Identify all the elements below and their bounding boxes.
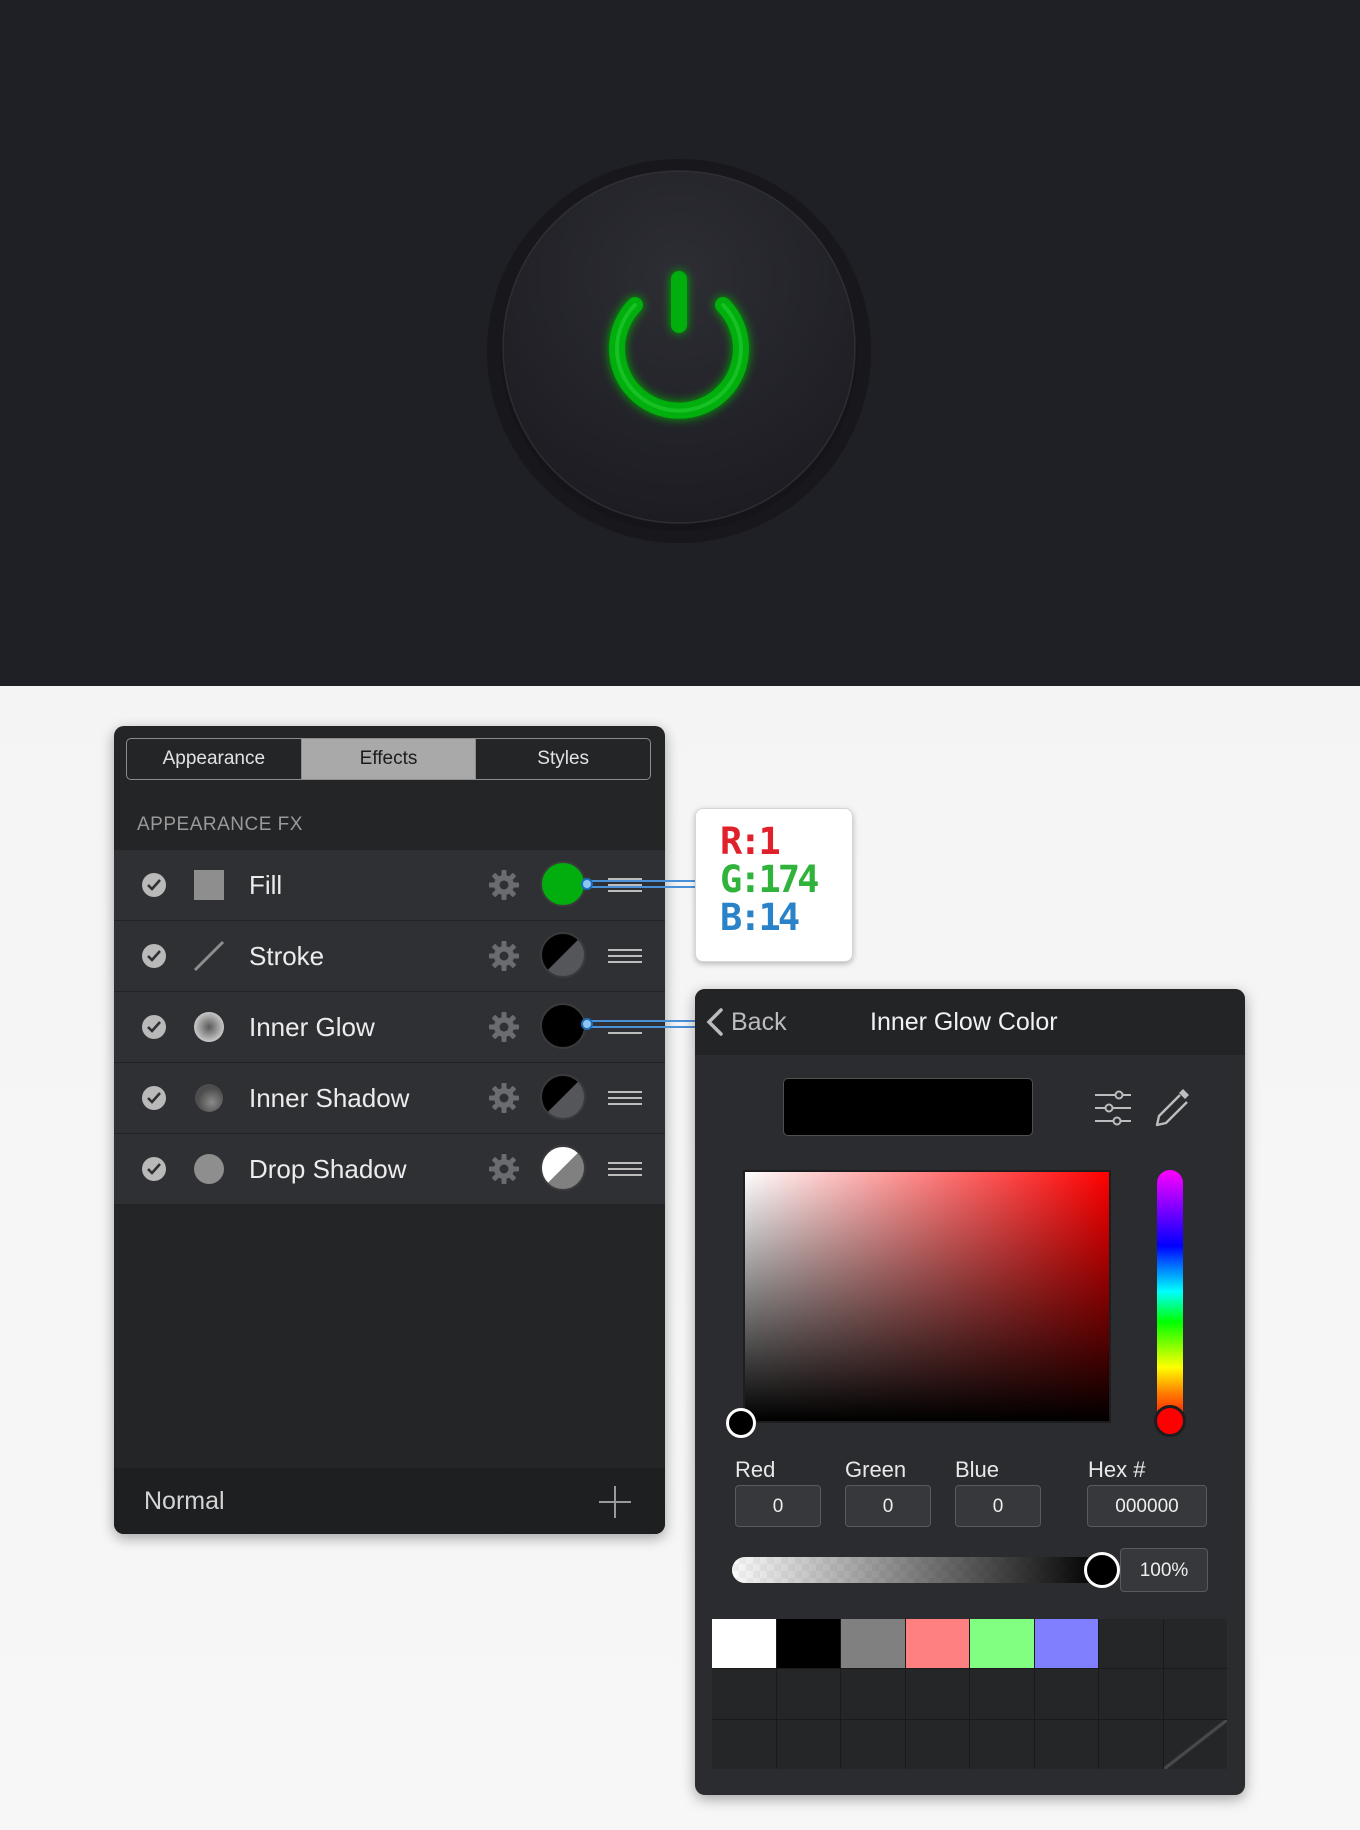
swatch-empty[interactable] [905, 1719, 969, 1769]
inner-glow-callout-connector [581, 1018, 696, 1030]
saturation-brightness-picker[interactable] [743, 1170, 1111, 1423]
enabled-check-icon[interactable] [142, 1015, 166, 1039]
enabled-check-icon[interactable] [142, 1086, 166, 1110]
swatch-empty[interactable] [712, 1719, 776, 1769]
swatch-white[interactable] [712, 1619, 776, 1669]
power-button-artwork [487, 159, 871, 543]
swatch-gray[interactable] [841, 1619, 905, 1669]
effect-row-stroke[interactable]: Stroke [114, 921, 665, 992]
swatch-empty[interactable] [1034, 1669, 1098, 1719]
stroke-color-swatch[interactable] [540, 932, 586, 978]
color-picker-panel: Back Inner Glow Color Red Green Blue Hex… [695, 989, 1245, 1795]
square-fill-icon [194, 870, 224, 900]
inner-shadow-color-swatch[interactable] [540, 1074, 586, 1120]
tab-appearance[interactable]: Appearance [127, 739, 301, 779]
drop-shadow-color-swatch[interactable] [540, 1145, 586, 1191]
fill-callout-connector [581, 878, 696, 890]
color-swatch-grid [712, 1619, 1227, 1769]
swatch-light-red[interactable] [905, 1619, 969, 1669]
add-effect-icon[interactable] [598, 1485, 632, 1519]
red-value-label: R:1 [720, 820, 781, 863]
effect-row-inner-shadow[interactable]: Inner Shadow [114, 1063, 665, 1134]
swatch-empty[interactable] [970, 1719, 1034, 1769]
swatch-light-green[interactable] [970, 1619, 1034, 1669]
hex-label: Hex # [1088, 1457, 1146, 1482]
gear-icon[interactable] [488, 869, 520, 901]
swatch-empty[interactable] [1099, 1669, 1163, 1719]
blue-label: Blue [955, 1457, 1000, 1482]
color-preview [783, 1078, 1033, 1136]
hue-slider-handle[interactable] [1154, 1405, 1186, 1437]
back-button[interactable]: Back [705, 989, 787, 1055]
swatch-empty[interactable] [970, 1669, 1034, 1719]
picker-header: Back Inner Glow Color [695, 989, 1245, 1055]
blue-input[interactable]: 0 [955, 1485, 1041, 1527]
effect-label: Drop Shadow [249, 1154, 407, 1184]
red-label: Red [735, 1457, 776, 1482]
effect-label: Fill [249, 870, 283, 900]
gear-icon[interactable] [488, 1011, 520, 1043]
artboard-canvas [0, 0, 1360, 686]
enabled-check-icon[interactable] [142, 1157, 166, 1181]
opacity-slider-handle[interactable] [1084, 1552, 1120, 1588]
sv-picker-handle[interactable] [726, 1408, 756, 1438]
effect-label: Inner Shadow [249, 1083, 410, 1113]
swatch-light-blue[interactable] [1034, 1619, 1098, 1669]
drop-shadow-icon [194, 1154, 224, 1184]
hex-input[interactable]: 000000 [1087, 1485, 1207, 1527]
eyedropper-icon[interactable] [1153, 1085, 1193, 1129]
enabled-check-icon[interactable] [142, 873, 166, 897]
drag-handle-icon[interactable] [608, 1160, 642, 1178]
gear-icon[interactable] [488, 1082, 520, 1114]
drag-handle-icon[interactable] [608, 1089, 642, 1107]
swatch-empty[interactable] [841, 1719, 905, 1769]
line-stroke-icon [193, 940, 225, 972]
green-input[interactable]: 0 [845, 1485, 931, 1527]
tab-effects[interactable]: Effects [300, 739, 476, 779]
swatch-empty[interactable] [776, 1669, 840, 1719]
inner-glow-icon [194, 1012, 224, 1042]
red-input[interactable]: 0 [735, 1485, 821, 1527]
blue-value-label: B:14 [720, 896, 800, 939]
tab-styles[interactable]: Styles [475, 739, 650, 779]
swatch-empty[interactable] [776, 1719, 840, 1769]
swatch-none[interactable] [1163, 1719, 1227, 1769]
opacity-slider[interactable] [732, 1557, 1100, 1583]
swatch-empty[interactable] [1099, 1619, 1163, 1669]
drag-handle-icon[interactable] [608, 947, 642, 965]
opacity-input[interactable]: 100% [1120, 1548, 1208, 1592]
swatch-empty[interactable] [712, 1669, 776, 1719]
swatch-empty[interactable] [1163, 1619, 1227, 1669]
inner-shadow-icon [195, 1084, 223, 1112]
gear-icon[interactable] [488, 940, 520, 972]
swatch-empty[interactable] [1099, 1719, 1163, 1769]
picker-title: Inner Glow Color [870, 1008, 1058, 1036]
effect-label: Stroke [249, 941, 325, 971]
swatch-empty[interactable] [905, 1669, 969, 1719]
enabled-check-icon[interactable] [142, 944, 166, 968]
blend-mode-selector[interactable]: Normal [144, 1468, 225, 1534]
panel-footer: Normal [114, 1468, 665, 1534]
chevron-left-icon [706, 1008, 723, 1036]
green-value-label: G:174 [720, 858, 819, 901]
swatch-empty[interactable] [841, 1669, 905, 1719]
sliders-icon[interactable] [1093, 1089, 1133, 1127]
back-label: Back [731, 1007, 787, 1036]
rgb-values-callout: R:1 G:174 B:14 [695, 808, 853, 962]
swatch-black[interactable] [776, 1619, 840, 1669]
appearance-panel: Appearance Effects Styles APPEARANCE FX … [114, 726, 665, 1534]
swatch-empty[interactable] [1163, 1669, 1227, 1719]
swatch-empty[interactable] [1034, 1719, 1098, 1769]
panel-tabs: Appearance Effects Styles [126, 738, 651, 780]
hue-slider[interactable] [1157, 1170, 1183, 1423]
green-label: Green [845, 1457, 907, 1482]
section-title: APPEARANCE FX [137, 814, 303, 835]
gear-icon[interactable] [488, 1153, 520, 1185]
effect-label: Inner Glow [249, 1012, 375, 1042]
effect-row-drop-shadow[interactable]: Drop Shadow [114, 1134, 665, 1205]
